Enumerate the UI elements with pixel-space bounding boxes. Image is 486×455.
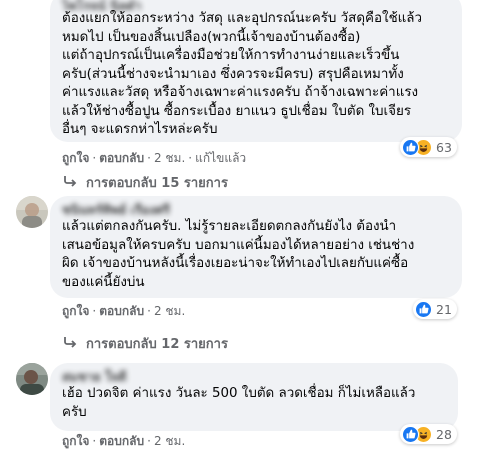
timestamp[interactable]: 2 ชม. (154, 304, 185, 318)
like-icon (415, 300, 432, 318)
edited-label[interactable]: แก้ไขแล้ว (195, 151, 246, 165)
avatar[interactable] (16, 196, 48, 228)
comment-text-line: ของแค่นี้ยังบ่น (62, 274, 145, 290)
comment-text-line: อื่นๆ จะแดรกห่าไรหล่ะครับ (62, 122, 218, 137)
like-button[interactable]: ถูกใจ (62, 304, 89, 318)
comment-text-line: แต่ถ้าอุปกรณ์เป็นเครื่องมือช่วยให้การทำง… (62, 48, 400, 63)
comment-actions: ถูกใจ · ตอบกลับ · 2 ชม. (62, 304, 186, 318)
replies-count-label: การตอบกลับ 15 รายการ (86, 176, 228, 191)
view-replies-link[interactable]: การตอบกลับ 12 รายการ (62, 333, 228, 354)
reaction-count: 63 (436, 139, 452, 155)
comment-text-line: ต้องแยกให้ออกระหว่าง วัสดุ และอุปกรณ์นะค… (62, 11, 423, 26)
comment-author[interactable]: ไพโรจน์ นิลดำ (62, 0, 450, 10)
comment-bubble: ชนินทร์ทิพย์ เรืองศรี แล้วแต่ตกลงกันครับ… (50, 196, 462, 298)
like-icon (402, 138, 419, 156)
comment-text-line: เสนอข้อมูลให้ครบครับ บอกมาแค่นี้มองได้หล… (62, 237, 415, 253)
comment-text-line: ผิด เจ้าของบ้านหลังนี้เรื่องเยอะน่าจะให้… (62, 256, 409, 271)
timestamp[interactable]: 2 ชม. (154, 151, 185, 165)
comment-bubble: สมชาย ใจดี เฮ้อ ปวดจิต ค่าแรง วันละ 500 … (50, 363, 458, 431)
reaction-summary[interactable]: 21 (413, 299, 457, 319)
comment-text-line: ค่าแรงและวัสดุ หรือจ้างเฉพาะค่าแรงครับ ถ… (62, 85, 419, 100)
reaction-count: 28 (436, 426, 452, 442)
like-icon (402, 425, 419, 443)
comment-text-line: ครับ (62, 404, 87, 420)
comment-text-line: แล้วแต่ตกลงกันครับ. ไม่รู้รายละเอียดตกลง… (62, 219, 397, 234)
reply-button[interactable]: ตอบกลับ (99, 151, 144, 165)
reply-arrow-icon (62, 175, 80, 191)
comment-actions: ถูกใจ · ตอบกลับ · 2 ชม. · แก้ไขแล้ว (62, 151, 247, 165)
reply-arrow-icon (62, 336, 80, 352)
comment-author[interactable]: ชนินทร์ทิพย์ เรืองศรี (62, 202, 450, 218)
comment-actions: ถูกใจ · ตอบกลับ · 2 ชม. (62, 434, 186, 448)
reaction-summary[interactable]: 63 (400, 137, 457, 157)
comment-text-line: หมดไป เป็นของสิ้นเปลือง(พวกนี้เจ้าของบ้า… (62, 29, 361, 45)
reaction-summary[interactable]: 28 (400, 424, 457, 444)
comment-author[interactable]: สมชาย ใจดี (62, 369, 446, 385)
avatar[interactable] (16, 363, 48, 395)
like-button[interactable]: ถูกใจ (62, 434, 89, 448)
view-replies-link[interactable]: การตอบกลับ 15 รายการ (62, 172, 228, 193)
replies-count-label: การตอบกลับ 12 รายการ (86, 337, 228, 352)
comment-text-line: แล้วให้ช่างซื้อปูน ซื้อกระเบื้อง ยาแนว ธ… (62, 103, 412, 119)
timestamp[interactable]: 2 ชม. (154, 434, 185, 448)
reply-button[interactable]: ตอบกลับ (99, 434, 144, 448)
comment-text-line: เฮ้อ ปวดจิต ค่าแรง วันละ 500 ใบตัด ลวดเช… (62, 386, 416, 401)
like-button[interactable]: ถูกใจ (62, 151, 89, 165)
reply-button[interactable]: ตอบกลับ (99, 304, 144, 318)
reaction-count: 21 (436, 301, 452, 317)
comment-bubble: ไพโรจน์ นิลดำ ต้องแยกให้ออกระหว่าง วัสดุ… (50, 0, 462, 142)
comment-text-line: ครับ(ส่วนนี้ช่างจะนำมาเอง ซึ่งควรจะมีครบ… (62, 66, 404, 82)
